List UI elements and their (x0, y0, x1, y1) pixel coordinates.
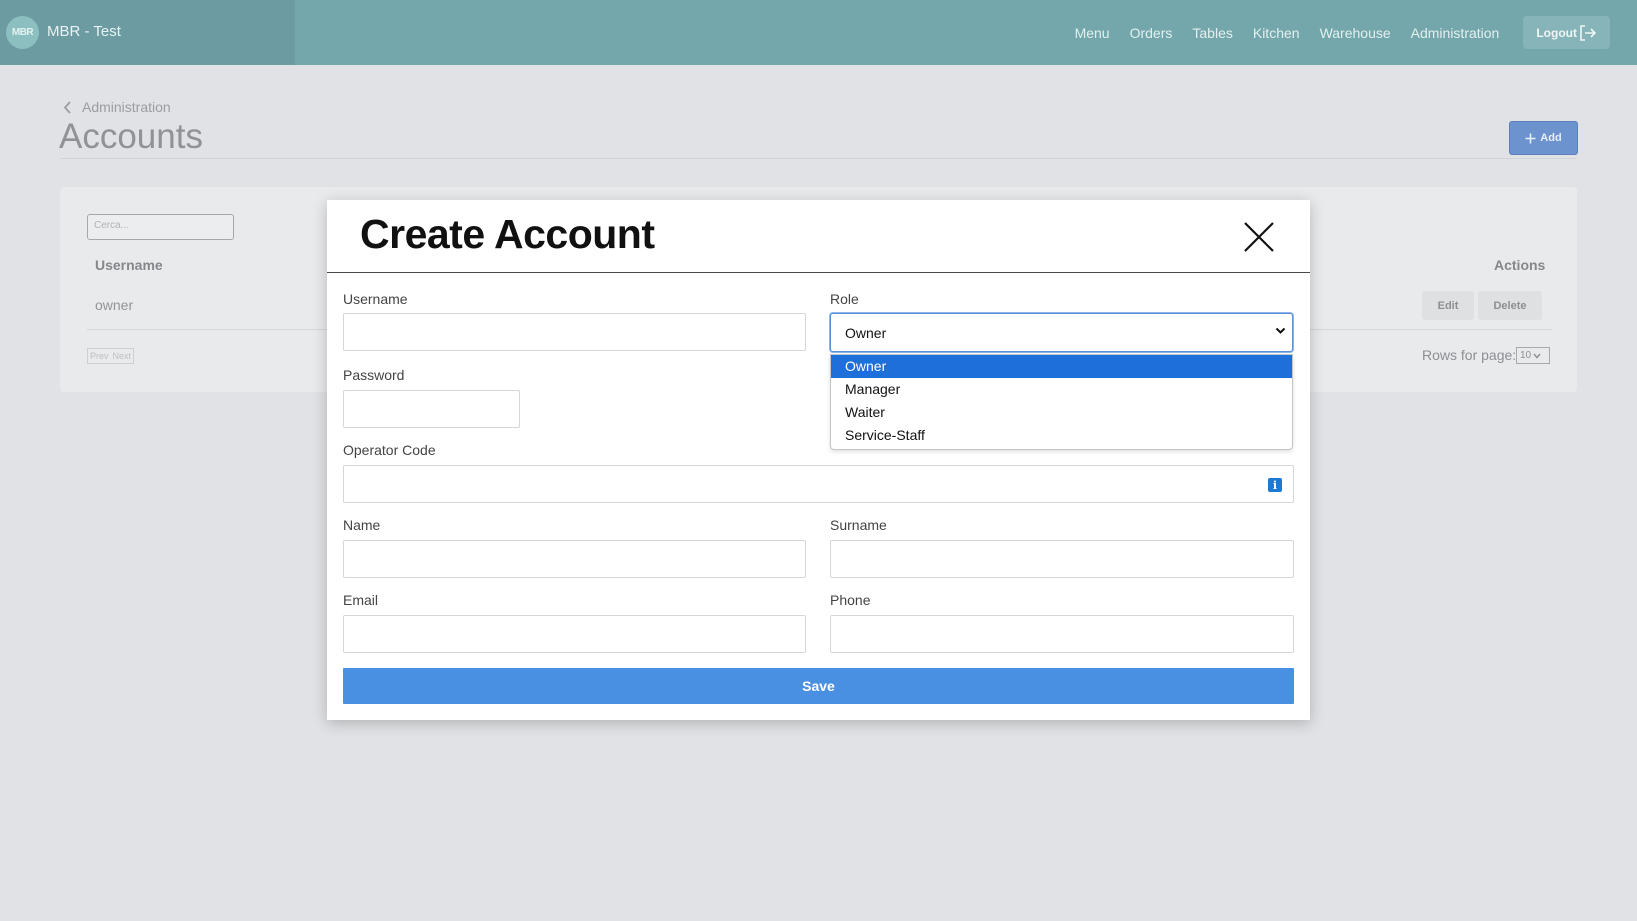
add-button[interactable]: Add (1509, 121, 1578, 155)
modal-title: Create Account (360, 211, 655, 257)
close-icon[interactable] (1242, 220, 1276, 254)
plus-icon (1525, 133, 1536, 143)
username-label: Username (343, 291, 408, 307)
email-label: Email (343, 592, 379, 608)
app-title: MBR - Test (47, 23, 121, 40)
nav-item-administration[interactable]: Administration (1411, 25, 1500, 41)
rows-per-page-label: Rows for page: (1422, 347, 1517, 363)
logout-label: Logout (1536, 25, 1577, 40)
chevron-down-icon (1275, 327, 1286, 334)
breadcrumb[interactable]: Administration (63, 99, 171, 115)
operator-code-label: Operator Code (343, 442, 436, 458)
email-field[interactable] (343, 615, 806, 653)
nav-item-kitchen[interactable]: Kitchen (1253, 25, 1300, 41)
chevron-left-icon (63, 100, 71, 114)
pagination: Prev Next (87, 348, 135, 364)
logout-icon (1580, 24, 1597, 41)
role-dropdown-list: Owner Manager Waiter Service-Staff (830, 354, 1293, 450)
surname-label: Surname (830, 517, 887, 533)
title-divider (60, 158, 1576, 159)
nav-item-tables[interactable]: Tables (1192, 25, 1232, 41)
nav-item-menu[interactable]: Menu (1075, 25, 1110, 41)
logout-button[interactable]: Logout (1523, 16, 1610, 49)
edit-button[interactable]: Edit (1422, 291, 1474, 320)
surname-field[interactable] (830, 540, 1294, 578)
role-option-waiter[interactable]: Waiter (831, 401, 1292, 424)
role-option-service-staff[interactable]: Service-Staff (831, 424, 1292, 447)
modal-header-divider (327, 272, 1310, 273)
page-title: Accounts (59, 117, 203, 156)
role-select[interactable]: Owner (830, 313, 1293, 352)
role-option-owner[interactable]: Owner (831, 355, 1292, 378)
name-label: Name (343, 517, 381, 533)
phone-label: Phone (830, 592, 871, 608)
delete-button[interactable]: Delete (1478, 291, 1542, 320)
chevron-down-icon (1533, 353, 1541, 359)
phone-field[interactable] (830, 615, 1294, 653)
role-option-manager[interactable]: Manager (831, 378, 1292, 401)
add-label: Add (1540, 132, 1562, 144)
search-input[interactable]: Cerca... (87, 214, 234, 240)
table-cell-username: owner (95, 297, 134, 313)
operator-code-field[interactable] (343, 465, 1294, 503)
role-label: Role (830, 291, 859, 307)
role-selected-value: Owner (845, 324, 887, 341)
next-page-button[interactable]: Next (111, 349, 134, 363)
column-header-actions: Actions (1494, 257, 1546, 273)
info-icon[interactable]: i (1268, 478, 1282, 492)
name-field[interactable] (343, 540, 806, 578)
brand-area: MBR MBR - Test (0, 0, 295, 65)
rows-per-page-select[interactable]: 10 (1516, 347, 1550, 364)
save-button[interactable]: Save (343, 668, 1294, 704)
main-nav: Menu Orders Tables Kitchen Warehouse Adm… (1055, 0, 1637, 65)
top-navbar: MBR MBR - Test Menu Orders Tables Kitche… (0, 0, 1637, 65)
username-field[interactable] (343, 313, 806, 351)
nav-item-warehouse[interactable]: Warehouse (1320, 25, 1391, 41)
password-field[interactable] (343, 390, 520, 428)
prev-page-button[interactable]: Prev (88, 349, 111, 363)
app-logo[interactable]: MBR (6, 16, 39, 49)
create-account-modal: Create Account Username Role Owner Owner… (327, 200, 1310, 720)
password-label: Password (343, 367, 405, 383)
nav-item-orders[interactable]: Orders (1130, 25, 1173, 41)
rows-per-page-value: 10 (1520, 350, 1532, 361)
breadcrumb-label: Administration (82, 99, 171, 115)
column-header-username: Username (95, 257, 163, 273)
